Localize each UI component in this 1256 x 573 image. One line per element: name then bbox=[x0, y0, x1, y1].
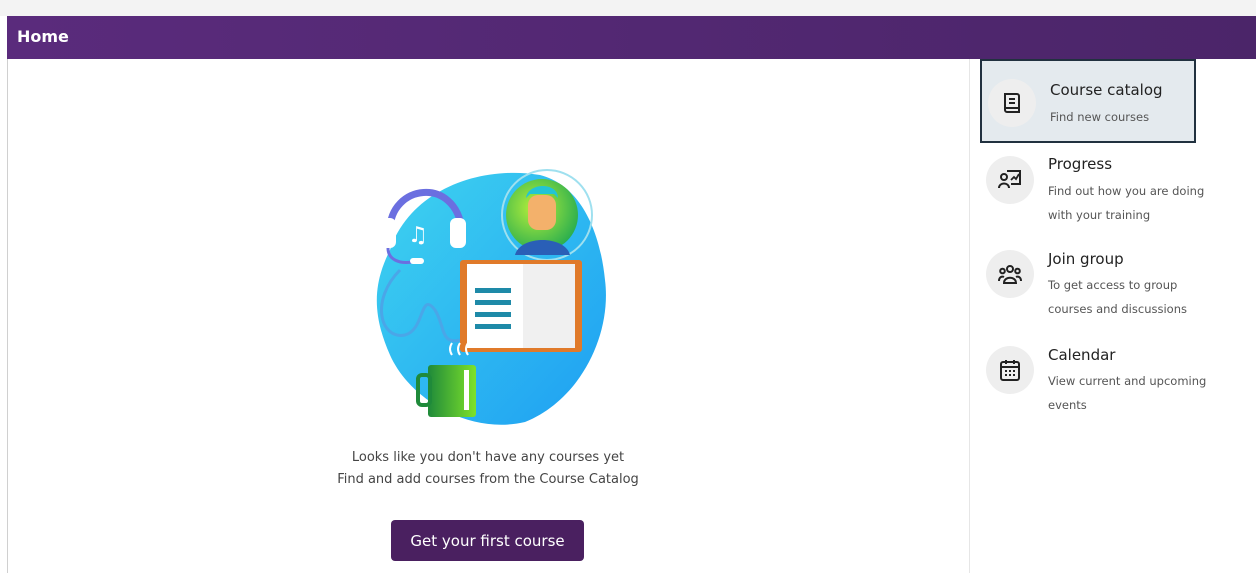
sidebar-item-calendar[interactable]: Calendar View current and upcoming event… bbox=[980, 344, 1206, 424]
sidebar-item-progress[interactable]: Progress Find out how you are doing with… bbox=[980, 152, 1204, 232]
book-icon bbox=[988, 79, 1036, 127]
empty-message-line-2: Find and add courses from the Course Cat… bbox=[337, 472, 639, 487]
sidebar-divider bbox=[969, 59, 970, 573]
sidebar-item-subtitle: To get access to group courses and discu… bbox=[1048, 278, 1187, 316]
page-header: Home bbox=[7, 16, 1256, 59]
sidebar-item-title: Course catalog bbox=[1050, 81, 1163, 99]
sidebar-item-title: Calendar bbox=[1048, 346, 1116, 364]
sidebar-item-subtitle: View current and upcoming events bbox=[1048, 374, 1207, 412]
sidebar-item-course-catalog[interactable]: Course catalog Find new courses bbox=[980, 59, 1196, 143]
sidebar-item-subtitle: Find out how you are doing with your tra… bbox=[1048, 184, 1205, 222]
page-title: Home bbox=[17, 27, 69, 46]
sidebar-item-join-group[interactable]: Join group To get access to group course… bbox=[980, 248, 1196, 328]
sidebar-item-title: Join group bbox=[1048, 250, 1124, 268]
group-icon bbox=[986, 250, 1034, 298]
sidebar-item-title: Progress bbox=[1048, 155, 1113, 173]
empty-state-illustration: ♫ bbox=[350, 160, 620, 430]
svg-text:♫: ♫ bbox=[408, 223, 428, 248]
calendar-icon bbox=[986, 346, 1034, 394]
top-strip bbox=[0, 0, 1256, 16]
empty-state-message: Looks like you don't have any courses ye… bbox=[288, 447, 688, 491]
get-first-course-button[interactable]: Get your first course bbox=[391, 520, 584, 561]
left-border bbox=[7, 59, 8, 573]
sidebar-item-subtitle: Find new courses bbox=[1050, 110, 1150, 124]
empty-message-line-1: Looks like you don't have any courses ye… bbox=[351, 450, 625, 465]
progress-chart-icon bbox=[986, 156, 1034, 204]
